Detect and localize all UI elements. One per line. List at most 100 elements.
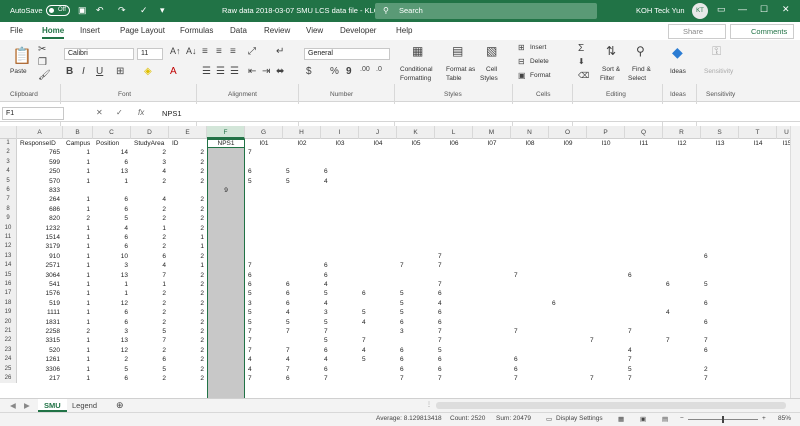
table-cell[interactable]: 2 [169, 308, 207, 317]
table-cell[interactable]: 1 [63, 289, 93, 298]
header-cell[interactable]: ResponseID [17, 139, 63, 148]
table-cell[interactable]: 2 [131, 233, 169, 242]
table-cell[interactable]: 7 [663, 336, 701, 345]
header-cell[interactable]: I05 [397, 139, 435, 148]
table-cell[interactable]: 5 [701, 280, 739, 289]
zoom-in-icon[interactable]: + [762, 415, 766, 422]
table-cell[interactable]: 2258 [17, 327, 63, 336]
cell-styles-button[interactable]: Cell [486, 66, 497, 73]
table-cell[interactable]: 6 [93, 195, 131, 204]
table-cell[interactable]: 4 [93, 224, 131, 233]
table-cell[interactable]: 1 [63, 374, 93, 383]
header-cell[interactable]: I04 [359, 139, 397, 148]
table-cell[interactable]: 2 [169, 346, 207, 355]
table-cell[interactable]: 1 [63, 355, 93, 364]
sheet-tab-legend[interactable]: Legend [66, 399, 103, 412]
table-cell[interactable]: 217 [17, 374, 63, 383]
table-cell[interactable]: 7 [625, 355, 663, 364]
table-cell[interactable]: 1 [63, 271, 93, 280]
table-cell[interactable]: 6 [131, 355, 169, 364]
table-cell[interactable]: 4 [321, 177, 359, 186]
scroll-right-icon[interactable]: ▶ [18, 399, 36, 412]
table-cell[interactable]: 7 [321, 374, 359, 383]
row-header[interactable]: 9 [0, 214, 17, 224]
table-cell[interactable]: 1 [63, 336, 93, 345]
header-cell[interactable]: I08 [511, 139, 549, 148]
top-align-icon[interactable]: ≡ [202, 46, 208, 57]
row-header[interactable]: 25 [0, 364, 17, 374]
table-cell[interactable]: 4 [283, 355, 321, 364]
fill-color-icon[interactable]: ◈ [144, 66, 152, 77]
table-cell[interactable]: 520 [17, 346, 63, 355]
column-header[interactable]: H [283, 126, 321, 139]
table-cell[interactable]: 2571 [17, 261, 63, 270]
row-header[interactable]: 10 [0, 223, 17, 233]
table-cell[interactable]: 6 [93, 158, 131, 167]
header-cell[interactable]: Campus [63, 139, 93, 148]
table-cell[interactable]: 6 [93, 308, 131, 317]
table-cell[interactable]: 6 [511, 365, 549, 374]
table-cell[interactable]: 1 [63, 308, 93, 317]
table-cell[interactable]: 3306 [17, 365, 63, 374]
table-cell[interactable]: 6 [397, 365, 435, 374]
table-cell[interactable]: 14 [93, 148, 131, 157]
table-cell[interactable]: 1 [63, 158, 93, 167]
formula-input[interactable]: NPS1 [162, 109, 182, 118]
row-header[interactable]: 7 [0, 195, 17, 205]
header-cell[interactable]: I06 [435, 139, 473, 148]
row-header[interactable]: 3 [0, 157, 17, 168]
conditional-formatting-button[interactable]: Conditional [400, 66, 433, 73]
row-header[interactable]: 16 [0, 280, 17, 290]
align-right-icon[interactable]: ☰ [230, 66, 239, 77]
header-cell[interactable]: I12 [663, 139, 701, 148]
table-cell[interactable]: 2 [131, 205, 169, 214]
tab-developer[interactable]: Developer [340, 26, 376, 35]
table-cell[interactable]: 2 [169, 205, 207, 214]
table-cell[interactable]: 1 [63, 233, 93, 242]
table-cell[interactable]: 1514 [17, 233, 63, 242]
table-cell[interactable]: 5 [283, 167, 321, 176]
table-cell[interactable]: 3 [93, 327, 131, 336]
zoom-level[interactable]: 85% [778, 415, 791, 422]
cut-icon[interactable]: ✂ [38, 44, 46, 55]
sensitivity-icon[interactable]: ⚿ [712, 44, 721, 59]
table-cell[interactable]: 6 [321, 167, 359, 176]
table-cell[interactable]: 6 [93, 233, 131, 242]
autosave-toggle[interactable]: Off [46, 5, 70, 16]
table-cell[interactable]: 1 [63, 365, 93, 374]
maximize-icon[interactable]: ☐ [760, 4, 768, 15]
table-cell[interactable]: 4 [625, 346, 663, 355]
row-header[interactable]: 8 [0, 204, 17, 215]
sensitivity-button[interactable]: Sensitivity [704, 68, 733, 75]
table-cell[interactable]: 7 [435, 252, 473, 261]
row-header[interactable]: 14 [0, 261, 17, 271]
accounting-format-icon[interactable]: $ [306, 66, 312, 77]
close-icon[interactable]: ✕ [782, 4, 790, 15]
table-cell[interactable]: 1 [63, 299, 93, 308]
table-cell[interactable]: 7 [435, 374, 473, 383]
merge-center-icon[interactable]: ⬌ [276, 66, 284, 77]
column-header[interactable]: T [739, 126, 777, 139]
column-header[interactable]: I [321, 126, 359, 139]
table-cell[interactable]: 5 [397, 308, 435, 317]
number-format-select[interactable]: General [304, 48, 390, 60]
table-cell[interactable]: 1 [131, 224, 169, 233]
table-cell[interactable]: 6 [359, 289, 397, 298]
insert-cells-icon[interactable]: ⊞ [518, 43, 525, 52]
ideas-icon[interactable]: ◆ [672, 44, 683, 61]
table-cell[interactable]: 5 [131, 365, 169, 374]
table-cell[interactable]: 264 [17, 195, 63, 204]
column-header[interactable]: B [63, 126, 93, 139]
table-cell[interactable]: 7 [397, 261, 435, 270]
delete-cells-icon[interactable]: ⊟ [518, 57, 525, 66]
table-cell[interactable]: 2 [131, 374, 169, 383]
table-cell[interactable]: 1 [63, 346, 93, 355]
tab-view[interactable]: View [306, 26, 323, 35]
column-header[interactable]: A [17, 126, 63, 139]
table-cell[interactable]: 2 [131, 289, 169, 298]
table-cell[interactable]: 7 [359, 336, 397, 345]
ideas-button[interactable]: Ideas [670, 68, 686, 75]
header-cell[interactable]: I14 [739, 139, 777, 148]
table-cell[interactable]: 6 [93, 374, 131, 383]
tab-help[interactable]: Help [396, 26, 412, 35]
